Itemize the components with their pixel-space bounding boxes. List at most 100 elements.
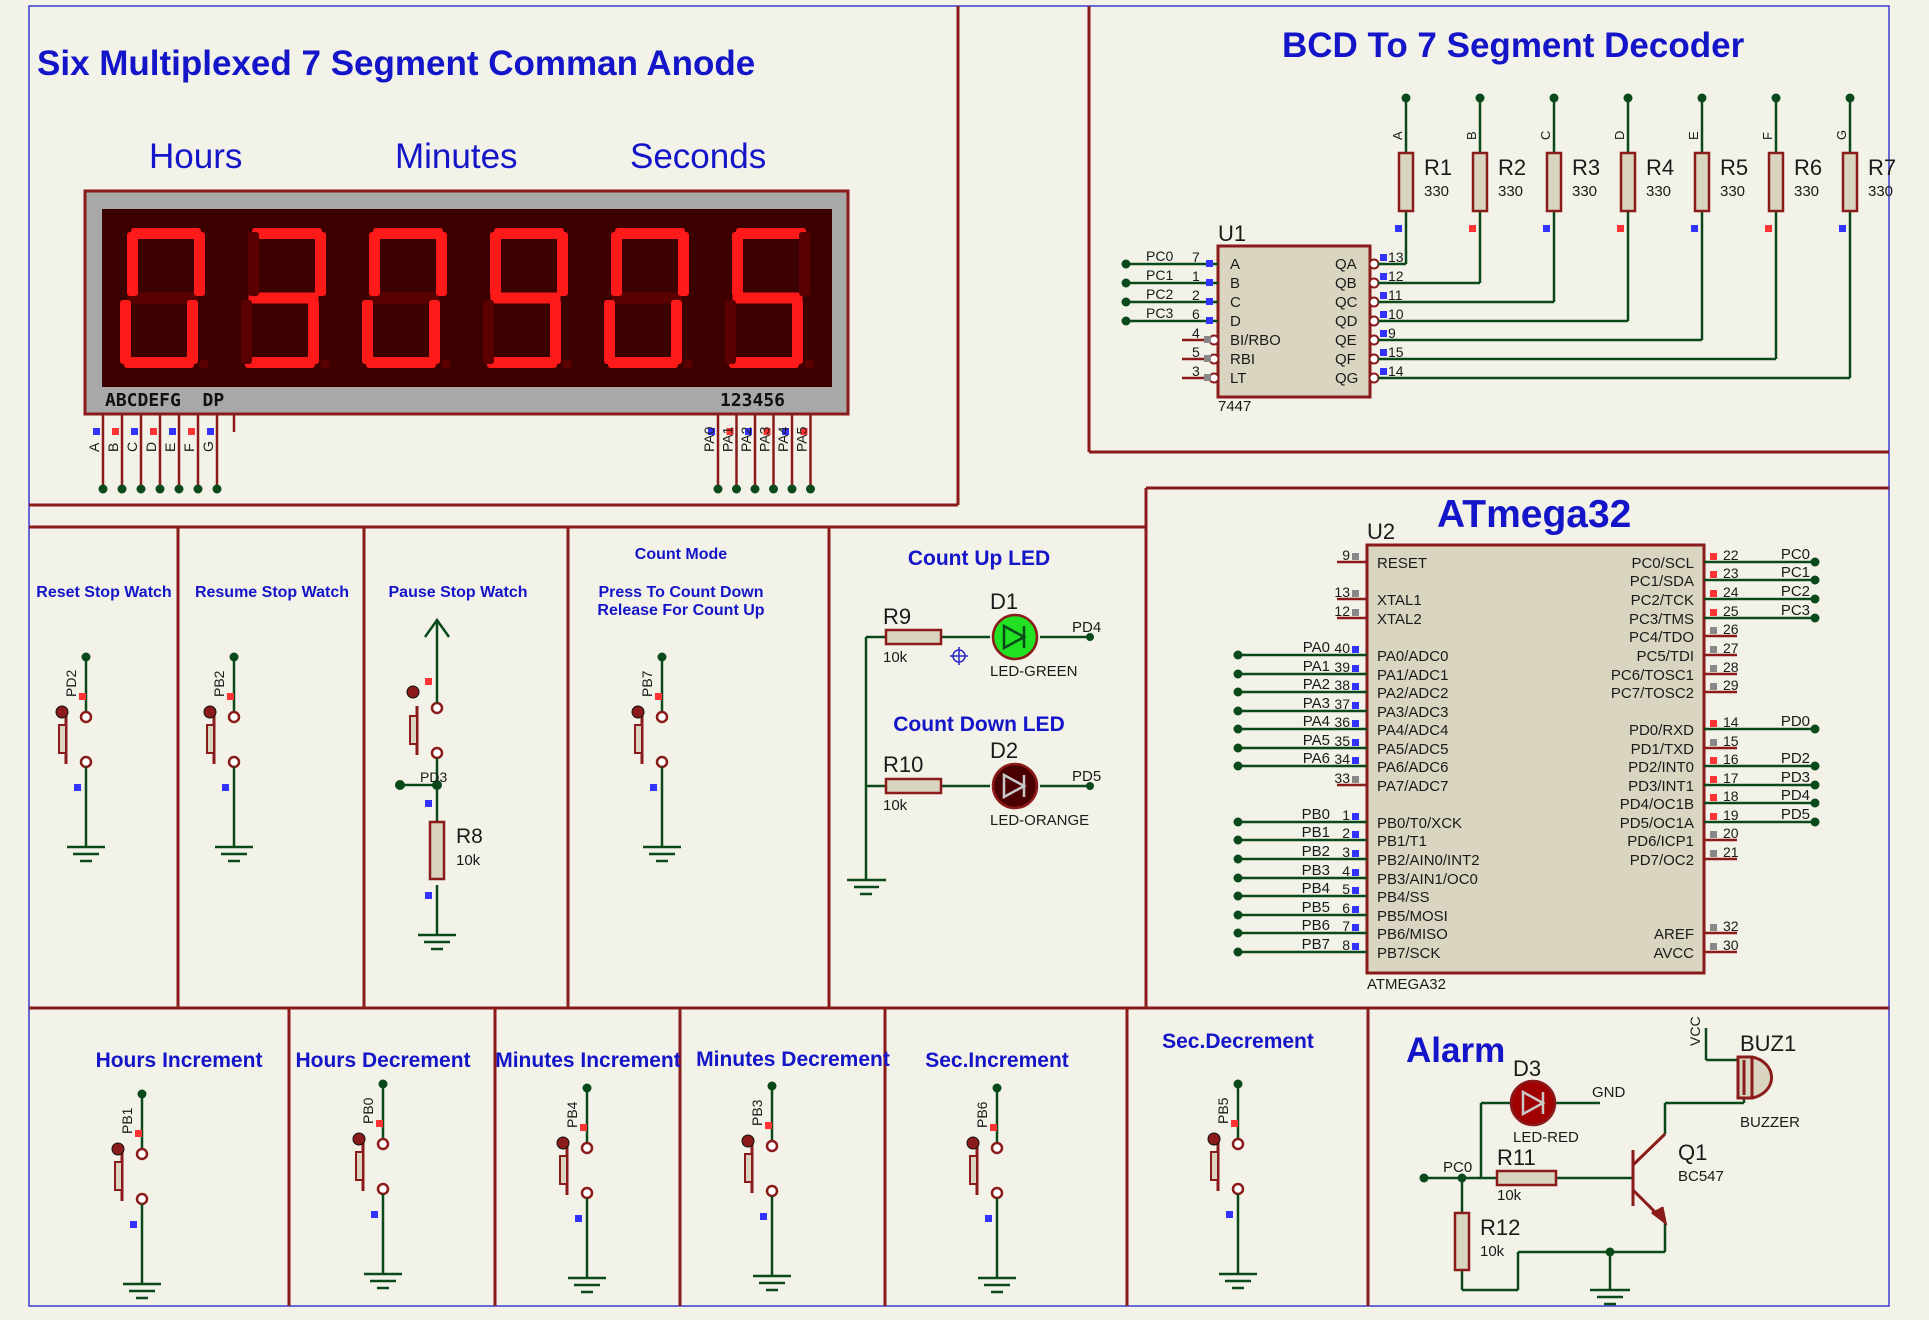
mcu-pin-name: PA2/ADC2 <box>1377 685 1448 702</box>
segment-c <box>671 300 682 364</box>
mcu-pin-name: PB3/AIN1/OC0 <box>1377 871 1478 888</box>
decoder-resistor[interactable] <box>1841 151 1859 213</box>
resume-button[interactable]: PB2 <box>203 652 253 863</box>
mcu-pin-name: PB0/T0/XCK <box>1377 815 1462 832</box>
control-section: Reset Stop Watch Resume Stop Watch Pause… <box>36 546 765 951</box>
pin-state <box>1380 254 1387 261</box>
buzzer[interactable] <box>1736 1055 1773 1100</box>
resistor-val: 330 <box>1424 183 1449 200</box>
decoder-title: BCD To 7 Segment Decoder <box>1282 26 1745 65</box>
mcu-pin-name: PC5/TDI <box>1636 648 1694 665</box>
d1-ref: D1 <box>990 589 1018 614</box>
q1-part: BC547 <box>1678 1168 1724 1185</box>
push-button[interactable]: PB5 <box>1207 1079 1257 1290</box>
push-button[interactable]: PB3 <box>741 1081 791 1292</box>
push-button[interactable]: PB6 <box>966 1083 1016 1294</box>
mcu-net-label: PA2 <box>1303 676 1330 693</box>
mcu-pin-num: 33 <box>1334 770 1350 786</box>
segment-d <box>245 357 315 368</box>
pin-state <box>1710 924 1717 931</box>
decoder-pin-num: 14 <box>1388 363 1404 379</box>
decoder-resistor[interactable] <box>1397 151 1415 213</box>
segment-dp <box>562 359 572 369</box>
decoder-resistor[interactable] <box>1471 151 1489 213</box>
r8-resistor[interactable] <box>428 820 446 881</box>
segment-d <box>124 357 194 368</box>
pin-state <box>1380 349 1387 356</box>
decoder-pin-name: D <box>1230 313 1241 330</box>
pin-end <box>117 484 127 494</box>
r12-resistor[interactable] <box>1453 1211 1471 1272</box>
resistor-net: A <box>1390 131 1405 140</box>
mcu-pin-name: PD3/INT1 <box>1628 778 1694 795</box>
pin-state <box>1380 273 1387 280</box>
mcu-pin-num: 18 <box>1723 788 1739 804</box>
pin-state <box>150 428 157 435</box>
pin-end <box>1401 93 1411 103</box>
transistor-q1[interactable] <box>1631 1132 1668 1226</box>
r11-resistor[interactable] <box>1495 1169 1558 1187</box>
mcu-pin-name: PB1/T1 <box>1377 833 1427 850</box>
pin-state <box>1206 260 1213 267</box>
pin-state <box>207 428 214 435</box>
reset-button[interactable]: PD2 <box>55 652 105 863</box>
mcu-pin-name: AREF <box>1654 926 1694 943</box>
segment-f <box>248 232 259 296</box>
mcu-pin-name: PB5/MOSI <box>1377 908 1448 925</box>
r10-resistor[interactable] <box>884 777 943 795</box>
push-button[interactable]: PB1 <box>111 1089 161 1300</box>
pin-state <box>1710 590 1717 597</box>
resistor-ref: R5 <box>1720 155 1748 180</box>
decoder-pin-num: 10 <box>1388 306 1404 322</box>
pin-state <box>1352 609 1359 616</box>
mcu-pin-num: 21 <box>1723 844 1739 860</box>
decoder-pin-num: 13 <box>1388 249 1404 265</box>
decoder-pin-num: 4 <box>1192 325 1200 341</box>
decoder-resistor[interactable] <box>1545 151 1563 213</box>
segment-d <box>366 357 436 368</box>
mcu-net-label: PA6 <box>1303 750 1330 767</box>
seg-pin-label: E <box>162 443 178 452</box>
decoder-resistors: R1 330 A R2 330 B R3 330 C R4 330 D R5 330 E R6 330 F R7 33… <box>1378 93 1896 380</box>
mcu-pin-num: 37 <box>1334 696 1350 712</box>
pin-state <box>131 428 138 435</box>
decoder-resistor[interactable] <box>1619 151 1637 213</box>
pin-state <box>1380 311 1387 318</box>
mcu-pin-num: 4 <box>1342 863 1350 879</box>
r11-ref: R11 <box>1497 1145 1536 1170</box>
mcu-pin-name: PD0/RXD <box>1629 722 1694 739</box>
mcu-ref: U2 <box>1367 519 1395 544</box>
pin-state <box>188 428 195 435</box>
segment-e <box>725 300 736 364</box>
digit-pin-label: PA1 <box>720 426 736 452</box>
alarm-pc0-end <box>1419 1173 1429 1183</box>
segment-b <box>678 232 689 296</box>
pin-end <box>1233 817 1243 827</box>
display-face <box>102 209 832 387</box>
push-button[interactable]: PB4 <box>556 1083 606 1294</box>
buz-part: BUZZER <box>1740 1114 1800 1131</box>
r9-resistor[interactable] <box>884 628 943 646</box>
decoder-resistor[interactable] <box>1767 151 1785 213</box>
mcu-pin-name: PC7/TOSC2 <box>1611 685 1694 702</box>
push-button[interactable]: PB0 <box>352 1079 402 1290</box>
count-mode-button[interactable]: PB7 <box>631 652 681 863</box>
pin-end <box>1233 687 1243 697</box>
probe-crosshair-icon <box>950 647 968 665</box>
pin-end <box>750 484 760 494</box>
led-green[interactable] <box>991 613 1039 661</box>
resistor-net: B <box>1464 131 1479 140</box>
mcu-net-label: PA0 <box>1303 639 1330 656</box>
led-orange[interactable] <box>991 762 1039 810</box>
mcu-pin-num: 34 <box>1334 751 1350 767</box>
pin-state <box>1204 336 1211 343</box>
pin-end <box>1121 259 1131 269</box>
mcu-pin-name: PC1/SDA <box>1630 573 1694 590</box>
decoder-resistor[interactable] <box>1693 151 1711 213</box>
mcu-pin-num: 5 <box>1342 881 1350 897</box>
mcu-pin-num: 13 <box>1334 584 1350 600</box>
mcu-net-label: PA3 <box>1303 695 1330 712</box>
decoder-pin-num: 11 <box>1388 287 1403 303</box>
segment-b <box>436 232 447 296</box>
led-red[interactable] <box>1509 1079 1557 1127</box>
